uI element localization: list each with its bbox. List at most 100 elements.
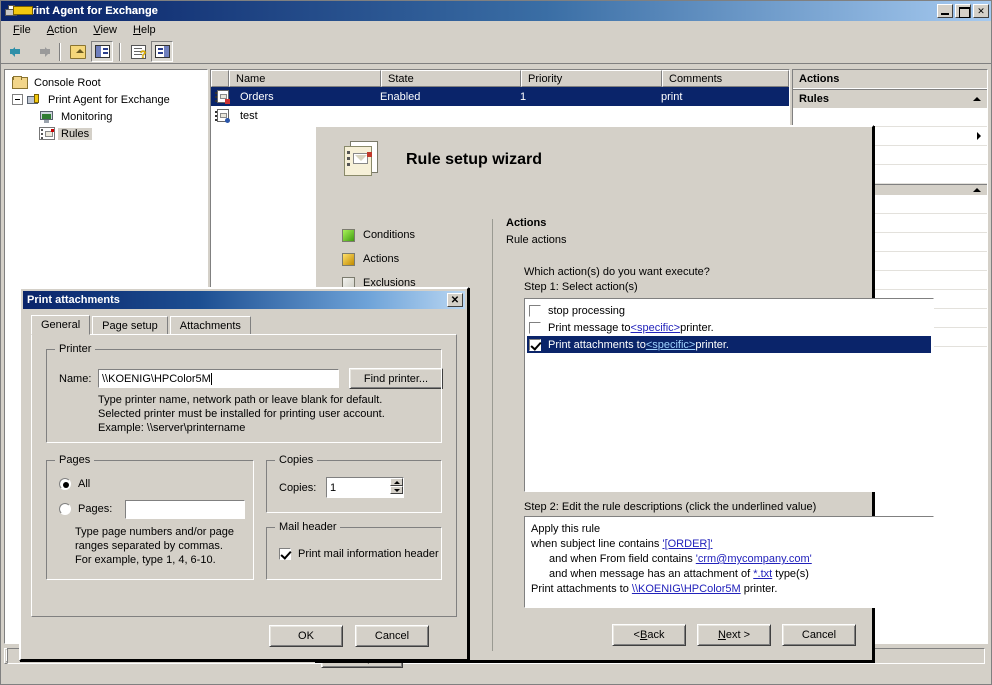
printer-name-input[interactable]: \\KOENIG\HPColor5M <box>98 369 339 388</box>
actions-pane-group-rules[interactable]: Rules <box>793 89 987 108</box>
wizard-step2-label: Step 2: Edit the rule descriptions (clic… <box>524 501 817 513</box>
list-item-stop-processing[interactable]: stop processing <box>527 302 931 319</box>
pages-range-radio[interactable]: Pages: <box>59 503 112 515</box>
copies-group: Copies Copies: 1 <box>266 454 442 513</box>
tree-item-label: Console Root <box>34 76 101 89</box>
ok-button[interactable]: OK <box>269 625 343 647</box>
menu-action[interactable]: Action <box>39 22 86 38</box>
radio-icon[interactable] <box>59 503 71 515</box>
tree-item-monitoring[interactable]: Monitoring <box>9 108 205 125</box>
tree-item-rules[interactable]: Rules <box>9 125 205 142</box>
pages-range-label: Pages: <box>78 503 113 515</box>
chevron-right-icon[interactable] <box>977 132 981 140</box>
rule-disabled-icon <box>215 108 231 123</box>
column-header-state[interactable]: State <box>381 70 521 87</box>
show-hide-console-tree-icon[interactable] <box>91 41 113 62</box>
dialog-cancel-button[interactable]: Cancel <box>355 625 429 647</box>
menu-file[interactable]: File <box>5 22 39 38</box>
status-square-green-icon <box>342 228 355 242</box>
checkbox[interactable] <box>279 548 291 560</box>
close-icon[interactable]: ✕ <box>447 293 463 307</box>
printer-hint-3: Example: \\server\printername <box>98 422 246 434</box>
stepper-up-icon[interactable] <box>390 478 403 486</box>
column-header-priority[interactable]: Priority <box>521 70 662 87</box>
wizard-step-actions[interactable]: Actions <box>342 247 492 271</box>
dialog-titlebar[interactable]: Print attachments ✕ <box>23 291 465 309</box>
table-row[interactable]: Orders Enabled 1 print <box>211 87 789 106</box>
window-titlebar[interactable]: Print Agent for Exchange ✕ <box>1 1 991 21</box>
wizard-step-conditions[interactable]: Conditions <box>342 223 492 247</box>
column-header-name[interactable]: Name <box>229 70 381 87</box>
find-printer-button[interactable]: Find printer... <box>349 368 443 389</box>
copies-stepper[interactable]: 1 <box>326 477 404 498</box>
checkbox[interactable] <box>529 304 541 317</box>
radio-icon[interactable] <box>59 478 71 490</box>
mail-header-group: Mail header Print mail information heade… <box>266 521 442 580</box>
tree-expander-icon[interactable] <box>12 94 23 105</box>
column-header-comments[interactable]: Comments <box>662 70 789 87</box>
back-button[interactable]: < Back <box>612 624 686 646</box>
action-label-post: printer. <box>680 321 714 334</box>
pages-range-input[interactable] <box>125 500 245 519</box>
rule-icon <box>215 89 231 104</box>
rule-description-box[interactable]: Apply this rule when subject line contai… <box>524 516 934 608</box>
description-line: Print attachments to \\KOENIG\HPColor5M … <box>531 583 778 595</box>
maximize-button[interactable] <box>955 4 971 18</box>
description-link-attachment[interactable]: *.txt <box>753 568 772 580</box>
copies-label: Copies: <box>279 482 317 494</box>
tree-item-print-agent[interactable]: Print Agent for Exchange <box>9 91 205 108</box>
checkbox[interactable] <box>529 338 541 351</box>
stepper-down-icon[interactable] <box>390 486 403 494</box>
menu-view[interactable]: View <box>85 22 125 38</box>
next-button[interactable]: Next > <box>697 624 771 646</box>
chevron-up-icon[interactable] <box>973 188 981 192</box>
menubar: File Action View Help <box>1 21 991 40</box>
monitoring-icon <box>39 110 55 124</box>
action-link[interactable]: <specific> <box>646 339 696 351</box>
description-link-subject[interactable]: '[ORDER]' <box>662 538 712 550</box>
tab-general[interactable]: General <box>31 315 91 335</box>
print-mail-header-checkbox[interactable]: Print mail information header <box>279 548 439 560</box>
pages-all-radio[interactable]: All <box>59 478 90 490</box>
folder-icon <box>12 76 28 89</box>
tree-item-label: Rules <box>58 127 93 140</box>
menu-help[interactable]: Help <box>125 22 164 38</box>
console-tree: Console Root Print Agent for Exchange Mo… <box>5 70 207 144</box>
printer-group-title: Printer <box>55 343 96 355</box>
cell-priority: 1 <box>520 90 527 103</box>
tab-page-setup[interactable]: Page setup <box>92 316 168 335</box>
tab-attachments[interactable]: Attachments <box>169 316 251 335</box>
description-line: and when From field contains 'crm@mycomp… <box>549 553 812 565</box>
wizard-step1-label: Step 1: Select action(s) <box>524 281 638 293</box>
description-link-from[interactable]: 'crm@mycompany.com' <box>696 553 812 565</box>
show-hide-action-pane-icon[interactable] <box>151 41 173 62</box>
list-item-print-attachments[interactable]: Print attachments to <specific> printer. <box>527 336 931 353</box>
printer-name-label: Name: <box>59 373 92 385</box>
table-row[interactable]: test <box>211 106 789 125</box>
description-line: when subject line contains '[ORDER]' <box>531 538 713 550</box>
action-link[interactable]: <specific> <box>631 322 681 334</box>
up-one-level-icon[interactable] <box>67 41 89 62</box>
forward-icon[interactable] <box>31 41 53 62</box>
pages-hint-2: ranges separated by commas. <box>75 540 223 552</box>
column-header-icon[interactable] <box>211 70 229 87</box>
close-button[interactable]: ✕ <box>973 4 989 18</box>
wizard-step-label: Actions <box>363 253 400 265</box>
cancel-button[interactable]: Cancel <box>782 624 856 646</box>
description-link-printer[interactable]: \\KOENIG\HPColor5M <box>632 583 741 595</box>
help-icon[interactable] <box>127 41 149 62</box>
description-line: Apply this rule <box>531 523 601 535</box>
chevron-up-icon[interactable] <box>973 97 981 101</box>
list-header: Name State Priority Comments <box>211 70 789 87</box>
tree-item-console-root[interactable]: Console Root <box>9 74 205 91</box>
action-select-list[interactable]: stop processing Print message to <specif… <box>524 298 934 492</box>
back-icon[interactable] <box>7 41 29 62</box>
mail-header-group-title: Mail header <box>275 521 341 533</box>
checkbox[interactable] <box>529 321 541 334</box>
print-agent-icon <box>26 93 42 107</box>
minimize-button[interactable] <box>937 4 953 18</box>
cell-name: test <box>240 109 258 122</box>
tree-item-label: Print Agent for Exchange <box>48 93 170 106</box>
wizard-body: Actions Rule actions Which action(s) do … <box>506 217 934 608</box>
list-item-print-message[interactable]: Print message to <specific> printer. <box>527 319 931 336</box>
